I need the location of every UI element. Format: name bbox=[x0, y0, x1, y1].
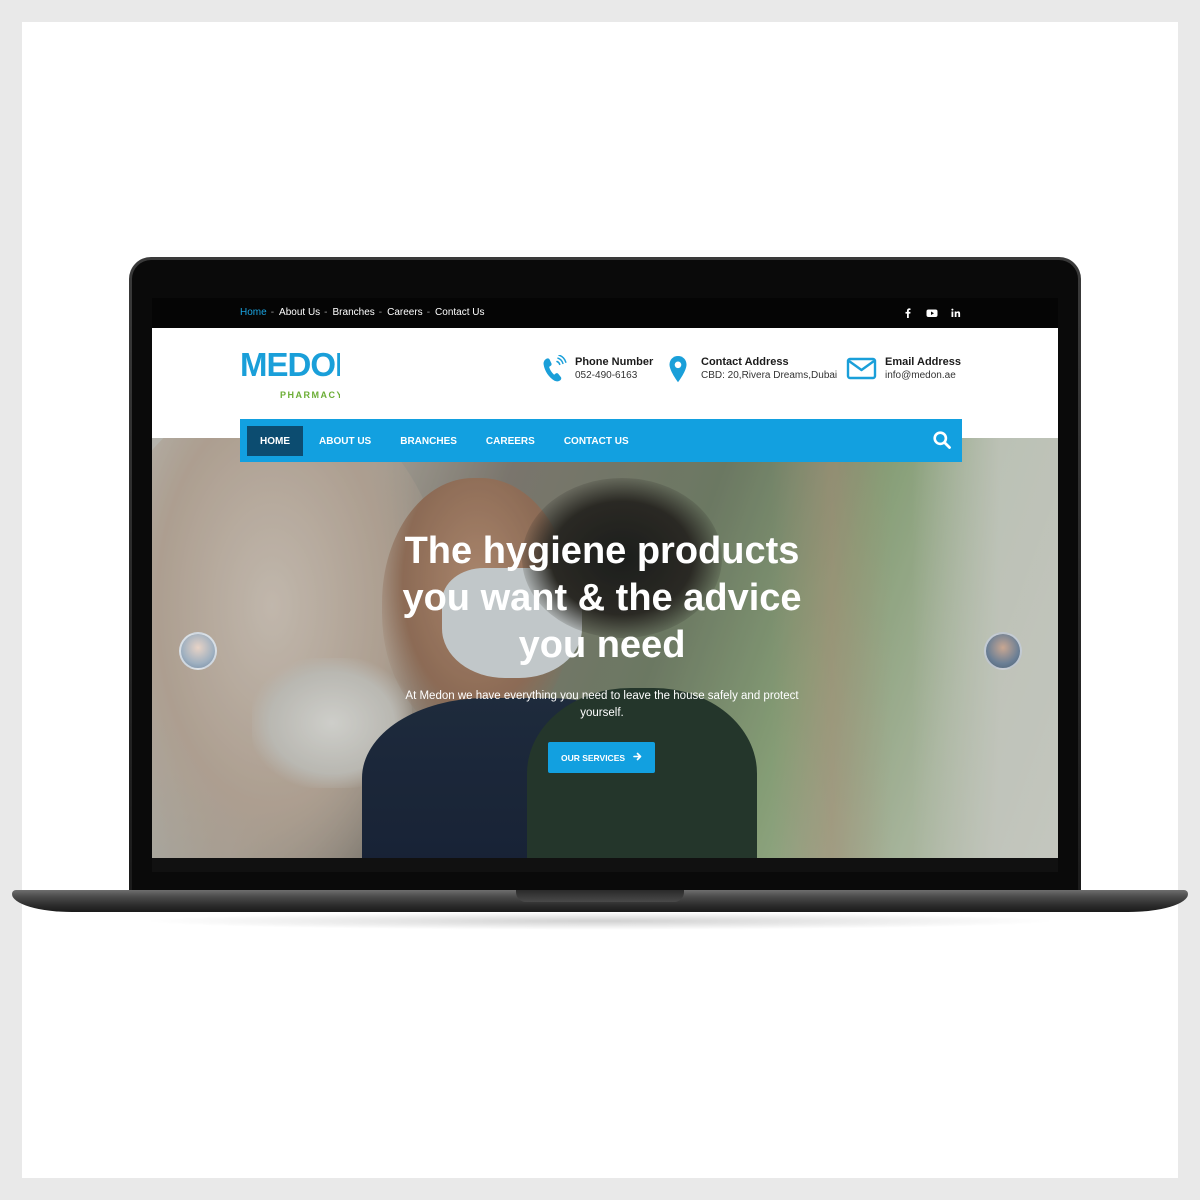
next-slide-thumbnail[interactable] bbox=[984, 632, 1022, 670]
address-title: Contact Address bbox=[701, 356, 789, 368]
hero-title: The hygiene products you want & the advi… bbox=[352, 528, 852, 669]
address-info: Contact Address CBD: 20,Rivera Dreams,Du… bbox=[666, 355, 837, 385]
phone-value[interactable]: 052-490-6163 bbox=[575, 369, 653, 383]
facebook-icon[interactable] bbox=[902, 306, 914, 318]
search-icon[interactable] bbox=[932, 430, 952, 450]
nav-item-contact-us[interactable]: CONTACT US bbox=[551, 426, 642, 456]
arrow-right-icon bbox=[633, 752, 642, 763]
screen-bottom-bezel bbox=[152, 858, 1058, 872]
phone-title: Phone Number bbox=[575, 356, 654, 368]
hero-text-line: yourself. bbox=[580, 707, 624, 719]
email-info: Email Address info@medon.ae bbox=[846, 355, 961, 385]
laptop-screen: Home - About Us - Branches - Careers - Conta… bbox=[152, 298, 1058, 858]
top-bar: Home - About Us - Branches - Careers - Conta… bbox=[152, 298, 1058, 328]
youtube-icon[interactable] bbox=[926, 306, 938, 318]
top-link-branches[interactable]: Branches bbox=[333, 307, 375, 318]
laptop-shadow bbox=[140, 912, 1060, 930]
envelope-icon bbox=[846, 355, 878, 385]
hero-description: At Medon we have everything you need to … bbox=[397, 688, 807, 722]
top-nav: Home - About Us - Branches - Careers - Conta… bbox=[240, 307, 485, 318]
main-nav: HOME ABOUT US BRANCHES CAREERS CONTACT U… bbox=[247, 426, 645, 456]
medon-logo[interactable]: MEDON PHARMACY bbox=[240, 346, 359, 402]
hero-title-line: you want & the advice bbox=[402, 577, 802, 619]
separator: - bbox=[426, 307, 431, 318]
nav-item-branches[interactable]: BRANCHES bbox=[387, 426, 470, 456]
nav-item-about-us[interactable]: ABOUT US bbox=[306, 426, 384, 456]
top-link-contact-us[interactable]: Contact Us bbox=[435, 307, 484, 318]
separator: - bbox=[324, 307, 328, 318]
separator: - bbox=[270, 307, 275, 318]
our-services-label: OUR SERVICES bbox=[560, 752, 626, 763]
social-links bbox=[902, 306, 962, 318]
logo-word: MEDON bbox=[240, 346, 340, 383]
hero-banner: The hygiene products you want & the advi… bbox=[152, 438, 1058, 858]
hero-title-line: you need bbox=[518, 624, 686, 666]
top-link-careers[interactable]: Careers bbox=[387, 307, 423, 318]
top-link-home[interactable]: Home bbox=[240, 307, 267, 318]
logo-sub: PHARMACY bbox=[280, 390, 340, 400]
address-value: CBD: 20,Rivera Dreams,Dubai bbox=[701, 370, 838, 381]
email-value[interactable]: info@medon.ae bbox=[885, 369, 961, 383]
email-title: Email Address bbox=[885, 356, 962, 368]
main-navbar: HOME ABOUT US BRANCHES CAREERS CONTACT U… bbox=[240, 419, 962, 462]
laptop-opening-notch bbox=[516, 890, 684, 902]
phone-icon bbox=[540, 354, 568, 385]
previous-slide-thumbnail[interactable] bbox=[179, 632, 217, 670]
hero-title-line: The hygiene products bbox=[404, 530, 800, 572]
separator: - bbox=[378, 307, 383, 318]
nav-item-careers[interactable]: CAREERS bbox=[473, 426, 548, 456]
phone-info: Phone Number 052-490-6163 bbox=[540, 354, 654, 385]
nav-item-home[interactable]: HOME bbox=[247, 426, 303, 456]
our-services-button[interactable]: OUR SERVICES bbox=[548, 742, 655, 773]
location-pin-icon bbox=[666, 355, 694, 385]
top-link-about-us[interactable]: About Us bbox=[279, 307, 320, 318]
linkedin-icon[interactable] bbox=[950, 306, 962, 318]
hero-text-line: At Medon we have everything you need to … bbox=[405, 690, 799, 702]
